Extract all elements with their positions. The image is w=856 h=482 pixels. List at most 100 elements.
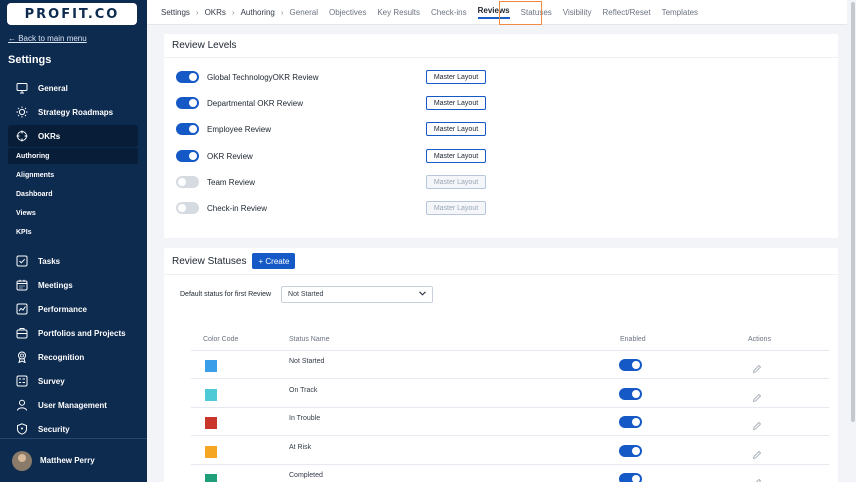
breadcrumb-settings[interactable]: Settings <box>161 8 190 17</box>
logo-text: PROFIT.CO <box>24 6 120 22</box>
monitor-icon <box>16 82 28 94</box>
status-color-swatch[interactable] <box>205 474 217 482</box>
sidebar-item-survey[interactable]: Survey <box>8 370 138 392</box>
review-level-toggle[interactable] <box>176 71 199 83</box>
breadcrumb-separator: › <box>280 7 284 17</box>
master-layout-button[interactable]: Master Layout <box>426 70 486 84</box>
status-enabled-toggle[interactable] <box>619 416 642 428</box>
user-name: Matthew Perry <box>40 456 95 465</box>
master-layout-button[interactable]: Master Layout <box>426 122 486 136</box>
review-level-row: Employee Review <box>176 121 271 137</box>
status-name: At Risk <box>289 444 312 451</box>
review-level-toggle[interactable] <box>176 123 199 135</box>
table-row-divider <box>191 407 829 408</box>
briefcase-icon <box>16 327 28 339</box>
edit-pencil-icon[interactable] <box>752 475 762 482</box>
master-layout-button[interactable]: Master Layout <box>426 175 486 189</box>
status-color-swatch[interactable] <box>205 417 217 429</box>
master-layout-button[interactable]: Master Layout <box>426 96 486 110</box>
edit-pencil-icon[interactable] <box>752 418 762 431</box>
back-to-main-menu-link[interactable]: ← Back to main menu <box>8 34 87 43</box>
sidebar-item-meetings[interactable]: Meetings <box>8 274 138 296</box>
logo[interactable]: PROFIT.CO <box>7 3 137 25</box>
toggle-knob <box>189 73 197 81</box>
top-navigation: Settings › OKRs › Authoring › General Obj… <box>147 0 847 25</box>
edit-pencil-icon[interactable] <box>752 361 762 374</box>
toggle-knob <box>178 204 186 212</box>
sidebar-item-label: User Management <box>38 400 107 410</box>
sidebar-item-performance[interactable]: Performance <box>8 298 138 320</box>
sidebar-subitem-kpis[interactable]: KPIs <box>8 224 138 240</box>
tab-general[interactable]: General <box>290 8 318 17</box>
breadcrumb-separator: › <box>231 7 235 17</box>
status-enabled-toggle[interactable] <box>619 445 642 457</box>
toggle-knob <box>189 125 197 133</box>
status-enabled-toggle[interactable] <box>619 359 642 371</box>
status-color-swatch[interactable] <box>205 360 217 372</box>
review-level-toggle[interactable] <box>176 97 199 109</box>
review-level-toggle[interactable] <box>176 150 199 162</box>
tab-check-ins[interactable]: Check-ins <box>431 8 467 17</box>
toggle-knob <box>632 418 640 426</box>
sidebar-item-recognition[interactable]: Recognition <box>8 346 138 368</box>
master-layout-button[interactable]: Master Layout <box>426 201 486 215</box>
column-header-status-name: Status Name <box>289 336 330 343</box>
tab-templates[interactable]: Templates <box>662 8 698 17</box>
default-status-row: Default status for first Review Not Star… <box>180 286 434 303</box>
tab-key-results[interactable]: Key Results <box>377 8 420 17</box>
breadcrumb-authoring[interactable]: Authoring <box>241 8 275 17</box>
review-level-row: Check-in Review <box>176 200 267 216</box>
sidebar-item-label: OKRs <box>38 131 61 141</box>
default-status-select[interactable]: Not Started <box>281 286 434 303</box>
master-layout-button[interactable]: Master Layout <box>426 149 486 163</box>
edit-pencil-icon[interactable] <box>752 390 762 403</box>
toggle-knob <box>632 475 640 482</box>
award-icon <box>16 351 28 364</box>
sidebar-item-strategy-roadmaps[interactable]: Strategy Roadmaps <box>8 101 138 123</box>
edit-pencil-icon[interactable] <box>752 447 762 460</box>
review-level-toggle[interactable] <box>176 176 199 188</box>
review-levels-card: Review Levels Global TechnologyOKR Revie… <box>164 34 838 238</box>
status-enabled-toggle[interactable] <box>619 473 642 482</box>
table-row-divider <box>191 464 829 465</box>
tab-objectives[interactable]: Objectives <box>329 8 366 17</box>
status-name: Not Started <box>289 358 325 365</box>
toggle-knob <box>189 152 197 160</box>
user-profile[interactable]: Matthew Perry <box>0 438 147 482</box>
review-level-row: Departmental OKR Review <box>176 95 303 111</box>
sidebar-item-general[interactable]: General <box>8 77 138 99</box>
default-status-value: Not Started <box>288 291 324 298</box>
status-name: Completed <box>289 472 323 479</box>
user-icon <box>16 399 28 411</box>
status-name: In Trouble <box>289 415 321 422</box>
chevron-down-icon <box>419 291 426 298</box>
sidebar-item-user-management[interactable]: User Management <box>8 394 138 416</box>
sidebar-subitem-alignments[interactable]: Alignments <box>8 167 138 183</box>
review-level-label: Employee Review <box>207 124 272 134</box>
sidebar-item-tasks[interactable]: Tasks <box>8 250 138 272</box>
create-status-button[interactable]: + Create <box>252 253 296 269</box>
status-color-swatch[interactable] <box>205 389 217 401</box>
tab-reflect-reset[interactable]: Reflect/Reset <box>603 8 651 17</box>
column-header-actions: Actions <box>748 336 771 343</box>
review-level-row: Team Review <box>176 174 255 190</box>
avatar <box>12 450 32 471</box>
toggle-knob <box>632 390 640 398</box>
toggle-knob <box>178 178 186 186</box>
scrollbar-thumb[interactable] <box>851 2 855 422</box>
sidebar-item-portfolios-and-projects[interactable]: Portfolios and Projects <box>8 322 138 344</box>
breadcrumb-okrs[interactable]: OKRs <box>205 8 226 17</box>
sidebar-item-label: Portfolios and Projects <box>38 328 126 338</box>
review-level-toggle[interactable] <box>176 202 199 214</box>
status-name: On Track <box>289 387 318 394</box>
status-color-swatch[interactable] <box>205 446 217 458</box>
sidebar-subitem-views[interactable]: Views <box>8 205 138 221</box>
sidebar-subitem-dashboard[interactable]: Dashboard <box>8 186 138 202</box>
review-statuses-card: Review Statuses + Create <box>164 248 838 482</box>
review-level-row: Global TechnologyOKR Review <box>176 69 318 85</box>
sidebar-item-security[interactable]: Security <box>8 418 138 440</box>
sidebar-subitem-authoring[interactable]: Authoring <box>8 148 138 164</box>
tab-visibility[interactable]: Visibility <box>563 8 592 17</box>
sidebar-item-okrs[interactable]: OKRs <box>8 125 138 147</box>
status-enabled-toggle[interactable] <box>619 388 642 400</box>
